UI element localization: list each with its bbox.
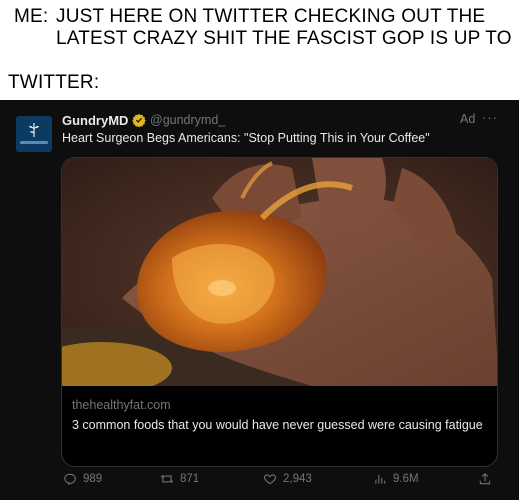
- me-label: ME:: [14, 6, 49, 27]
- logo-wordmark: [20, 141, 48, 144]
- views-button[interactable]: 9.6M: [373, 470, 419, 488]
- retweet-icon: [160, 474, 174, 484]
- view-count: 9.6M: [393, 473, 419, 485]
- verified-badge-icon: [132, 113, 146, 127]
- retweet-button[interactable]: 871: [160, 470, 199, 488]
- reply-icon: [64, 473, 76, 486]
- reply-count: 989: [83, 473, 103, 485]
- like-count: 2,943: [283, 473, 312, 485]
- share-button[interactable]: [478, 470, 492, 488]
- avatar[interactable]: [16, 116, 52, 152]
- heart-icon: [263, 474, 277, 485]
- gundrymd-logo-icon: [29, 123, 39, 137]
- like-button[interactable]: 2,943: [263, 470, 312, 488]
- more-options-button[interactable]: ···: [482, 110, 498, 125]
- card-description[interactable]: 3 common foods that you would have never…: [72, 417, 487, 434]
- twitter-label: TWITTER:: [8, 72, 100, 93]
- caption-line-2: LATEST CRAZY SHIT THE FASCIST GOP IS UP …: [56, 28, 512, 49]
- card-image[interactable]: [62, 158, 497, 386]
- ad-label: Ad: [460, 112, 476, 126]
- meme-caption: ME: JUST HERE ON TWITTER CHECKING OUT TH…: [0, 0, 519, 100]
- handle[interactable]: @gundrymd_: [150, 113, 225, 127]
- caption-line-1: JUST HERE ON TWITTER CHECKING OUT THE: [56, 6, 486, 27]
- link-card[interactable]: thehealthyfat.com 3 common foods that yo…: [61, 157, 498, 467]
- card-domain[interactable]: thehealthyfat.com: [72, 398, 171, 412]
- reply-button[interactable]: 989: [63, 470, 102, 488]
- analytics-icon: [375, 474, 386, 484]
- share-icon: [479, 473, 491, 485]
- retweet-count: 871: [180, 473, 200, 485]
- tweet-text: Heart Surgeon Begs Americans: "Stop Putt…: [62, 131, 430, 145]
- display-name[interactable]: GundryMD: [62, 113, 128, 128]
- honey-hand-image: [62, 158, 497, 386]
